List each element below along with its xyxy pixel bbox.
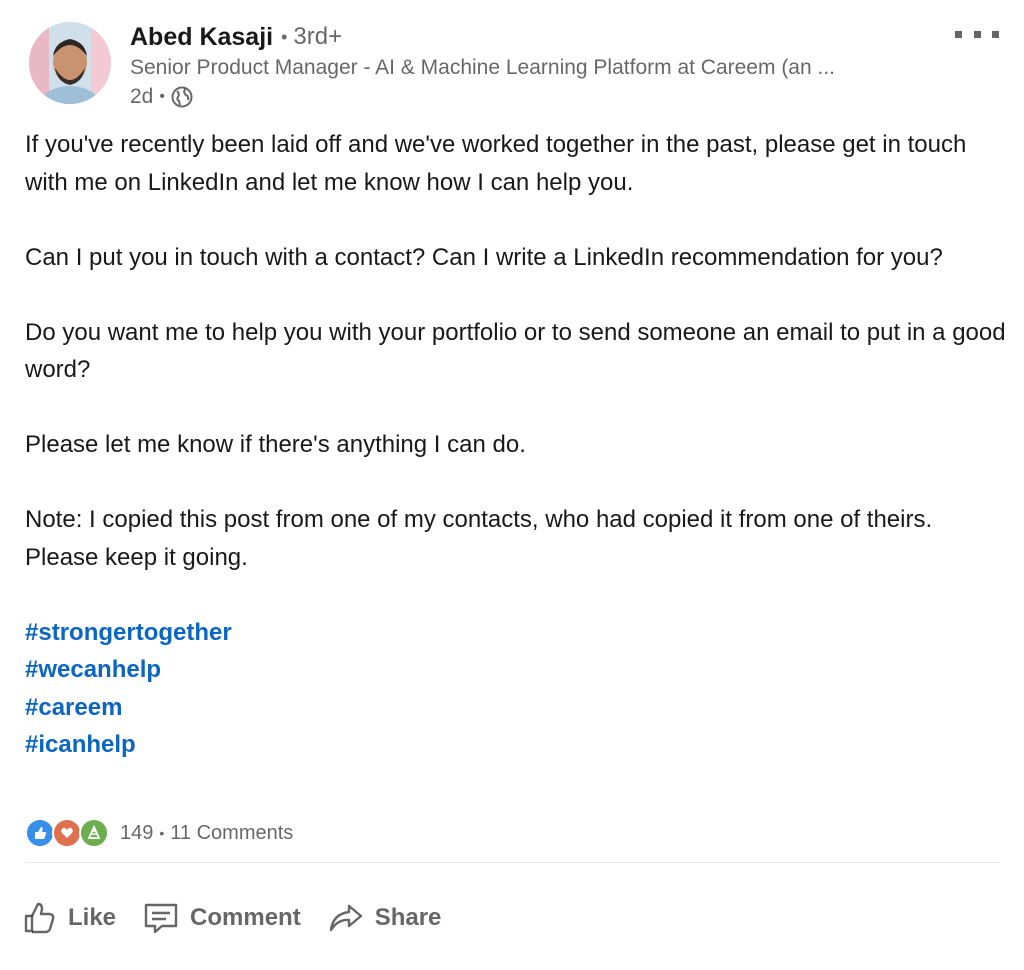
like-button[interactable]: Like <box>20 899 116 937</box>
feed-post: Abed Kasaji • 3rd+ Senior Product Manage… <box>0 0 1024 970</box>
globe-icon <box>171 86 193 108</box>
share-button[interactable]: Share <box>327 899 442 937</box>
post-timestamp[interactable]: 2d <box>130 85 153 109</box>
hashtag-list: #strongertogether #wecanhelp #careem #ic… <box>25 614 1010 764</box>
hashtag-link[interactable]: #careem <box>25 689 1010 727</box>
avatar-photo <box>29 22 111 104</box>
avatar[interactable] <box>29 22 111 104</box>
author-name-line: Abed Kasaji • 3rd+ <box>130 20 342 54</box>
divider <box>25 862 1000 863</box>
post-paragraph: Do you want me to help you with your por… <box>25 318 1006 384</box>
comment-icon <box>144 903 178 934</box>
post-paragraph: Note: I copied this post from one of my … <box>25 506 933 571</box>
post-paragraph: If you've recently been laid off and we'… <box>25 131 967 196</box>
more-dot-icon <box>992 30 999 38</box>
hashtag-link[interactable]: #wecanhelp <box>25 651 1010 689</box>
separator-dot: • <box>159 88 165 105</box>
connection-degree: 3rd+ <box>293 23 343 50</box>
social-counts: 149 • 11 Comments <box>25 815 293 851</box>
share-arrow-icon <box>329 904 362 932</box>
like-label: Like <box>68 904 117 931</box>
separator-dot: • <box>159 825 165 841</box>
hashtag-link[interactable]: #strongertogether <box>25 614 1010 652</box>
post-paragraph: Can I put you in touch with a contact? C… <box>25 243 943 271</box>
comment-button[interactable]: Comment <box>142 899 301 937</box>
comment-label: Comment <box>190 904 301 931</box>
thumbs-up-icon <box>24 902 55 934</box>
post-paragraph: Please let me know if there's anything I… <box>25 431 526 458</box>
more-options-button[interactable] <box>955 24 999 44</box>
action-bar: Like Comment Share <box>20 890 467 946</box>
separator-dot: • <box>281 26 288 47</box>
celebrate-icon[interactable] <box>79 818 109 848</box>
author-headline: Senior Product Manager - AI & Machine Le… <box>130 56 836 79</box>
love-icon[interactable] <box>52 818 82 848</box>
post-meta: 2d • <box>130 82 193 112</box>
like-icon[interactable] <box>25 818 55 848</box>
author-name[interactable]: Abed Kasaji <box>130 23 273 52</box>
more-dot-icon <box>955 30 962 38</box>
hashtag-link[interactable]: #icanhelp <box>25 726 1010 764</box>
reaction-count[interactable]: 149 <box>120 822 153 845</box>
comment-count[interactable]: 11 Comments <box>170 822 293 845</box>
post-body: If you've recently been laid off and we'… <box>25 126 1010 764</box>
share-label: Share <box>374 904 442 931</box>
more-dot-icon <box>973 30 981 38</box>
